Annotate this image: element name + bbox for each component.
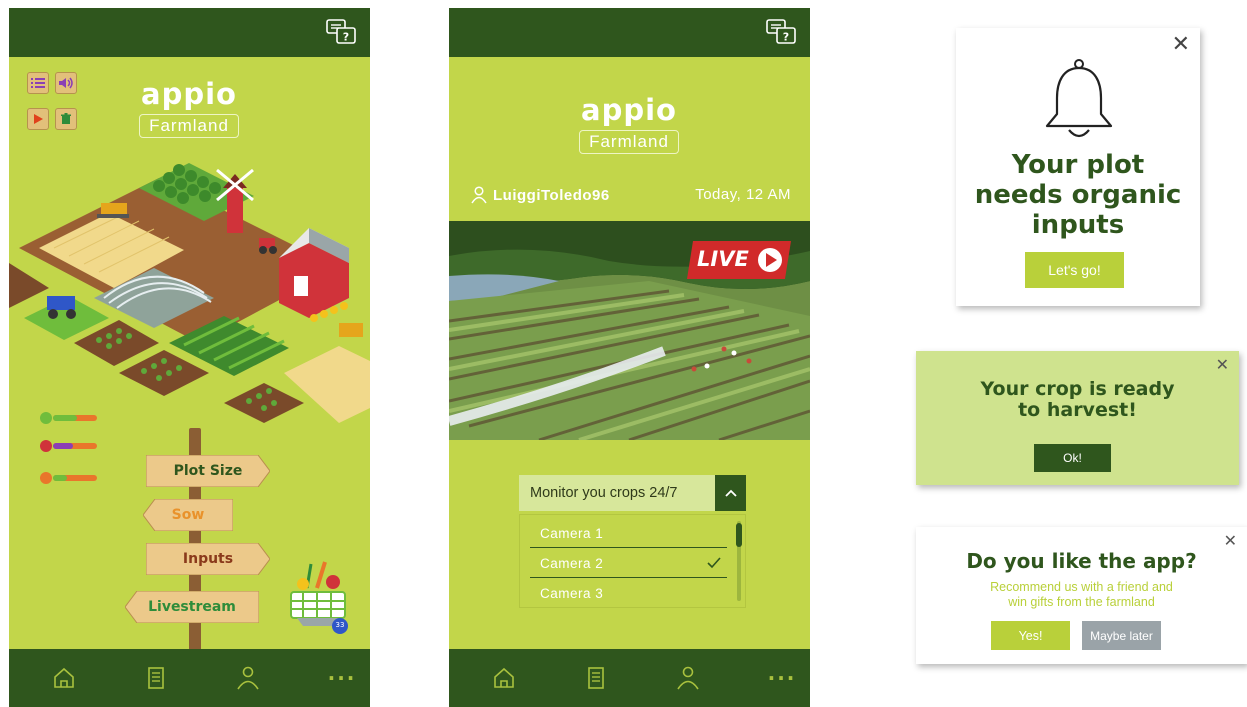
dropdown-label: Monitor you crops 24/7 xyxy=(530,485,678,501)
more-icon[interactable]: ··· xyxy=(767,663,797,693)
user-info[interactable]: LuiggiToledo96 xyxy=(471,186,610,204)
organic-title: Your plot needs organic inputs xyxy=(974,150,1182,240)
close-icon[interactable]: ✕ xyxy=(1224,533,1237,549)
chevron-up-icon[interactable] xyxy=(715,475,746,511)
camera-option-3[interactable]: Camera 3 xyxy=(530,578,727,608)
svg-text:?: ? xyxy=(783,31,789,44)
home-icon[interactable] xyxy=(49,663,79,693)
strawberry-progress xyxy=(39,438,99,452)
more-icon[interactable]: ··· xyxy=(327,663,357,693)
sow-sign[interactable]: Sow xyxy=(143,499,233,531)
harvest-title-line1: Your crop is ready xyxy=(980,378,1175,400)
scrollbar-thumb[interactable] xyxy=(736,523,742,547)
plot-size-label: Plot Size xyxy=(173,463,243,479)
stream-timestamp: Today, 12 AM xyxy=(695,186,791,203)
inputs-sign[interactable]: Inputs xyxy=(146,543,270,575)
trash-icon[interactable] xyxy=(55,108,77,130)
rate-app-popup: ✕ Do you like the app? Recommend us with… xyxy=(916,527,1247,664)
list-icon[interactable] xyxy=(27,72,49,94)
help-chat-icon[interactable]: ? xyxy=(764,17,798,47)
svg-text:?: ? xyxy=(343,31,349,44)
bottom-nav: ··· xyxy=(9,649,370,707)
pumpkin-progress xyxy=(39,470,99,484)
basket-count: 33 xyxy=(335,621,345,629)
document-icon[interactable] xyxy=(141,663,171,693)
harvest-title: Your crop is ready to harvest! xyxy=(926,379,1229,421)
stream-info-row: LuiggiToledo96 Today, 12 AM xyxy=(471,186,791,204)
logo-wordmark: appio xyxy=(581,93,677,127)
app-logo: appio Farmland xyxy=(121,78,257,138)
organic-inputs-popup: ✕ Your plot needs organic inputs Let's g… xyxy=(956,28,1200,306)
rate-title: Do you like the app? xyxy=(966,549,1197,573)
app-logo: appio Farmland xyxy=(561,94,697,154)
user-icon xyxy=(471,186,487,204)
ok-button[interactable]: Ok! xyxy=(1034,444,1111,472)
harvest-popup: ✕ Your crop is ready to harvest! Ok! xyxy=(916,351,1239,485)
harvest-basket-icon[interactable]: 33 xyxy=(287,558,351,636)
camera-option-1[interactable]: Camera 1 xyxy=(530,518,727,548)
top-bar: ? xyxy=(9,8,370,57)
yes-button[interactable]: Yes! xyxy=(991,621,1070,650)
home-icon[interactable] xyxy=(489,663,519,693)
live-badge[interactable]: LIVE xyxy=(687,241,791,279)
harvest-title-line2: to harvest! xyxy=(1018,399,1137,421)
maybe-later-button[interactable]: Maybe later xyxy=(1082,621,1161,650)
livestream-label: Livestream xyxy=(148,599,236,615)
logo-subtitle: Farmland xyxy=(139,114,239,138)
apple-progress xyxy=(39,410,99,424)
camera-option-label: Camera 2 xyxy=(540,555,604,571)
camera-option-label: Camera 1 xyxy=(540,525,604,541)
farm-illustration[interactable] xyxy=(9,148,370,448)
top-bar: ? xyxy=(449,8,810,57)
sow-label: Sow xyxy=(171,507,205,523)
camera-option-2[interactable]: Camera 2 xyxy=(530,548,727,578)
check-icon xyxy=(707,557,721,569)
play-icon[interactable] xyxy=(27,108,49,130)
rate-body-line2: win gifts from the farmland xyxy=(1008,595,1155,609)
rate-body: Recommend us with a friend and win gifts… xyxy=(926,580,1237,610)
logo-wordmark: appio xyxy=(141,77,237,111)
camera-dropdown[interactable]: Monitor you crops 24/7 xyxy=(519,475,746,511)
bottom-nav: ··· xyxy=(449,649,810,707)
help-chat-icon[interactable]: ? xyxy=(324,17,358,47)
livestream-sign[interactable]: Livestream xyxy=(125,591,259,623)
lets-go-button[interactable]: Let's go! xyxy=(1025,252,1124,288)
username: LuiggiToledo96 xyxy=(493,186,610,204)
profile-icon[interactable] xyxy=(233,663,263,693)
camera-option-label: Camera 3 xyxy=(540,585,604,601)
live-camera-feed[interactable]: LIVE xyxy=(449,221,810,440)
document-icon[interactable] xyxy=(581,663,611,693)
logo-subtitle: Farmland xyxy=(579,130,679,154)
plot-size-sign[interactable]: Plot Size xyxy=(146,455,270,487)
camera-list: Camera 1 Camera 2 Camera 3 xyxy=(519,514,746,608)
livestream-screen: ? appio Farmland LuiggiToledo96 Today, 1… xyxy=(449,8,810,707)
live-label: LIVE xyxy=(697,247,749,271)
farm-screen: ? appio Farmland Plot Size Sow Inputs Li… xyxy=(9,8,370,707)
bell-icon xyxy=(1045,59,1113,138)
volume-icon[interactable] xyxy=(55,72,77,94)
profile-icon[interactable] xyxy=(673,663,703,693)
inputs-label: Inputs xyxy=(182,551,234,567)
rate-body-line1: Recommend us with a friend and xyxy=(990,580,1173,594)
close-icon[interactable]: ✕ xyxy=(1216,357,1229,373)
close-icon[interactable]: ✕ xyxy=(1172,34,1190,56)
